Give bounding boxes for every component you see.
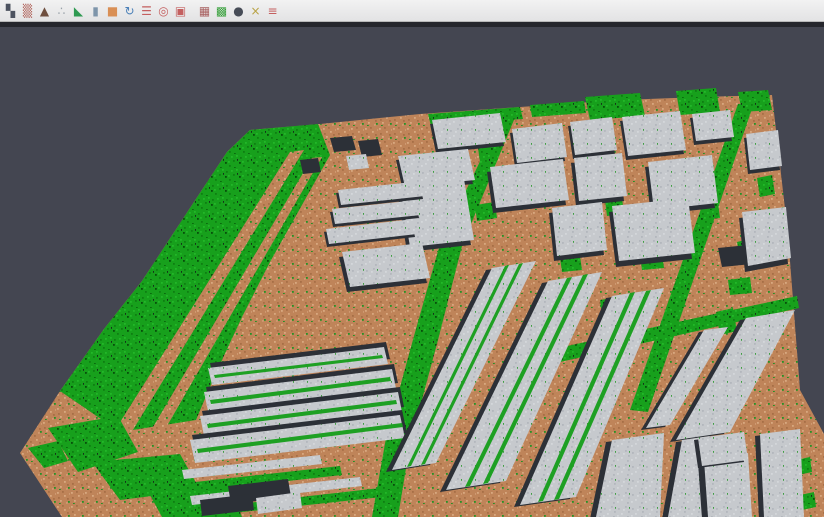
- building-roof: [746, 130, 782, 170]
- building-roof: [698, 432, 748, 466]
- target-icon: ◎: [158, 3, 168, 19]
- building-roof: [490, 159, 569, 208]
- building-roof: [742, 207, 791, 266]
- toolbar-button-point-cloud[interactable]: ▚: [3, 2, 19, 20]
- point-cloud-scene: [0, 22, 824, 517]
- building-roof: [552, 202, 607, 256]
- building-roof: [570, 117, 617, 155]
- shadow-points: [358, 139, 382, 157]
- building-roof: [512, 123, 567, 163]
- shadow-points: [300, 158, 321, 174]
- point-cloud-icon: ▚: [6, 3, 15, 19]
- toolbar-button-points[interactable]: ∴: [54, 2, 70, 20]
- refresh-icon: ↻: [124, 3, 134, 19]
- roof-points: [346, 154, 369, 170]
- vegetation-points: [478, 146, 498, 162]
- mesh-icon: ▲: [40, 3, 49, 19]
- toolbar-button-globe[interactable]: ●: [231, 2, 247, 20]
- toolbar-separator: [189, 2, 196, 20]
- building-roof: [574, 153, 627, 201]
- points-icon: ∴: [58, 3, 66, 19]
- building-roof: [622, 111, 686, 156]
- list-icon: ☰: [141, 3, 152, 19]
- toolbar-button-measure[interactable]: ×: [248, 2, 264, 20]
- ortho-icon: ■: [107, 3, 118, 19]
- shadow-points: [330, 136, 356, 152]
- panel-icon: ▮: [92, 3, 99, 19]
- classify-icon: ▒: [23, 3, 32, 19]
- viewport-frame-strip: [0, 22, 824, 27]
- toolbar-button-panel[interactable]: ▮: [88, 2, 104, 20]
- toolbar-button-ortho[interactable]: ■: [105, 2, 121, 20]
- building-roof: [692, 110, 734, 141]
- main-toolbar: ▚ ▒ ▲ ∴ ◣ ▮ ■ ↻ ☰ ◎ ▣ ▦ ▩ ● × ≡: [0, 0, 824, 22]
- toolbar-button-list[interactable]: ☰: [139, 2, 155, 20]
- vegetation-points: [676, 88, 720, 115]
- toolbar-button-terrain[interactable]: ◣: [71, 2, 87, 20]
- toolbar-button-fit-view[interactable]: ▣: [173, 2, 189, 20]
- vegetation-points: [757, 175, 775, 197]
- terrain-icon: ◣: [74, 3, 83, 19]
- toolbar-button-refresh[interactable]: ↻: [122, 2, 138, 20]
- building-roof: [760, 429, 804, 517]
- toolbar-button-target[interactable]: ◎: [156, 2, 172, 20]
- grid-icon: ▦: [199, 3, 210, 19]
- measure-icon: ×: [250, 3, 260, 19]
- toolbar-button-colormap[interactable]: ▩: [214, 2, 230, 20]
- building-roof: [612, 198, 695, 261]
- fit-view-icon: ▣: [175, 3, 186, 19]
- vegetation-points: [728, 277, 752, 295]
- globe-icon: ●: [233, 3, 243, 19]
- point-cloud-viewport[interactable]: [0, 0, 824, 517]
- toolbar-button-grid[interactable]: ▦: [197, 2, 213, 20]
- toolbar-button-classify[interactable]: ▒: [20, 2, 36, 20]
- toolbar-button-histogram[interactable]: ≡: [265, 2, 281, 20]
- toolbar-button-mesh[interactable]: ▲: [37, 2, 53, 20]
- colormap-icon: ▩: [216, 3, 227, 19]
- histogram-icon: ≡: [267, 3, 277, 19]
